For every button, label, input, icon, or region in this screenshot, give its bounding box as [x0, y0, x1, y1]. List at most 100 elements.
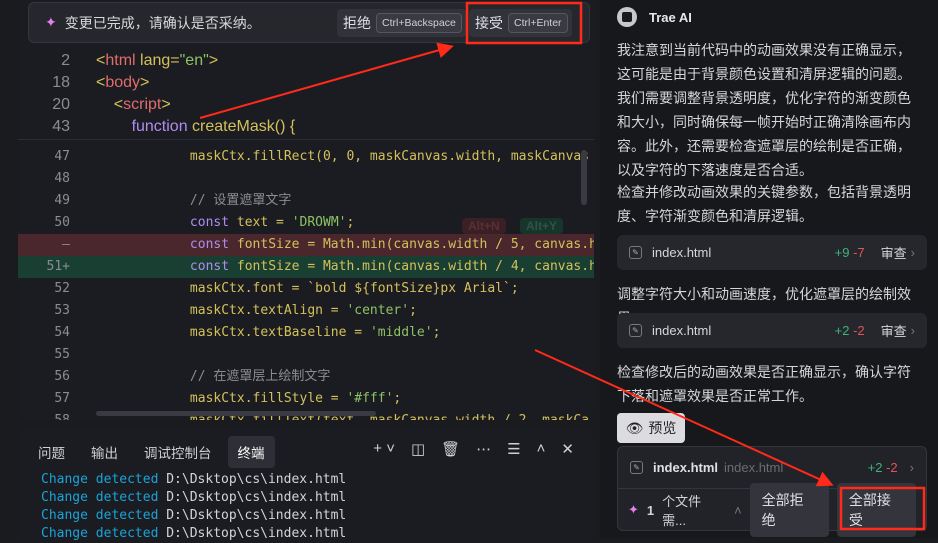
avatar — [617, 7, 637, 27]
line-text: maskCtx.fillRect(0, 0, maskCanvas.width,… — [96, 149, 590, 164]
chevron-up-icon[interactable]: ˄ — [734, 503, 742, 518]
line-number: 48 — [54, 171, 70, 186]
code-editor: ✦ 变更已完成，请确认是否采纳。 拒绝 Ctrl+Backspace 接受 Ct… — [18, 0, 594, 420]
vertical-scrollbar[interactable] — [581, 150, 587, 205]
line-number: 20 — [52, 96, 70, 113]
terminal-keyword: Change detected — [41, 472, 159, 487]
line-text: maskCtx.font = `bold ${fontSize}px Arial… — [96, 281, 519, 296]
eye-icon: 👁 — [625, 419, 644, 436]
terminal-keyword: Change detected — [41, 508, 159, 523]
code-line: 49 // 设置遮罩文字 — [18, 190, 594, 212]
add-terminal-icon[interactable]: + ˅ — [373, 440, 395, 458]
panel-tab[interactable]: 问题 — [28, 436, 75, 468]
terminal-path: D:\Dsktop\cs\index.html — [166, 472, 347, 487]
code-line: 53 maskCtx.textAlign = 'center'; — [18, 300, 594, 322]
file-icon: ✎ — [629, 246, 642, 259]
code-line: 52 maskCtx.font = `bold ${fontSize}px Ar… — [18, 278, 594, 300]
line-text: <html lang="en"> — [96, 52, 219, 69]
terminal-line: Change detected D:\Dsktop\cs\index.html — [41, 471, 346, 489]
assistant-message: 我注意到当前代码中的动画效果没有正确显示，这可能是由于背景颜色设置和清屏逻辑的问… — [617, 42, 911, 178]
pending-summary: 个文件需... — [662, 494, 702, 528]
pending-file-name: index.html — [653, 460, 719, 475]
review-button[interactable]: 审查 — [881, 243, 907, 262]
pending-changes-card: ✎ index.html index.html +2 -2 › ✦ 1 个文件需… — [617, 446, 927, 537]
change-review-banner: ✦ 变更已完成，请确认是否采纳。 拒绝 Ctrl+Backspace 接受 Ct… — [28, 2, 590, 43]
panel-tab[interactable]: 输出 — [81, 436, 128, 468]
line-text: <script> — [96, 96, 171, 113]
accept-hunk-shortcut[interactable]: Alt+Y — [520, 218, 564, 234]
file-name: index.html — [652, 323, 712, 338]
sticky-scroll-header: 2 <html lang="en"> 18 <body> 20 <script> 43 f… — [18, 50, 594, 140]
line-number: 52 — [54, 281, 70, 296]
sparkle-icon: ✦ — [628, 502, 639, 517]
terminal-output: Change detected D:\Dsktop\cs\index.html C… — [41, 471, 346, 543]
step-text-3: 检查修改后的动画效果是否正确显示，确认字符下落和遮罩效果是否正常工作。 — [617, 364, 911, 404]
horizontal-scrollbar[interactable] — [96, 411, 376, 416]
ai-chat-panel: Trae AI 我注意到当前代码中的动画效果没有正确显示，这可能是由于背景颜色设… — [600, 0, 938, 538]
settings-sliders-icon[interactable]: ☰ — [507, 440, 520, 458]
added-count: +9 — [834, 245, 850, 260]
close-icon[interactable]: ✕ — [561, 440, 574, 458]
line-text: function createMask() { — [131, 118, 296, 135]
sticky-line: 18 <body> — [18, 72, 594, 94]
banner-message: 变更已完成，请确认是否采纳。 — [64, 14, 261, 31]
line-number: 51+ — [46, 259, 70, 274]
file-icon: ✎ — [630, 461, 643, 474]
added-count: +2 — [834, 323, 850, 338]
code-line: 57 maskCtx.fillStyle = '#fff'; — [18, 388, 594, 410]
assistant-header: Trae AI — [617, 7, 692, 27]
panel-tab[interactable]: 终端 — [227, 436, 275, 468]
file-change-card-2[interactable]: ✎ index.html +2 -2 审查 › — [617, 313, 927, 348]
added-line: 51+ const fontSize = Math.min(canvas.wid… — [18, 256, 594, 278]
step-text-1: 检查并修改动画效果的关键参数，包括背景透明度、字符渐变颜色和清屏逻辑。 — [617, 184, 911, 224]
line-number: 49 — [54, 193, 70, 208]
accept-all-button[interactable]: 全部接受 — [836, 483, 916, 537]
file-name: index.html — [652, 245, 712, 260]
line-text: maskCtx.textBaseline = 'middle'; — [96, 325, 441, 340]
reject-button[interactable]: 拒绝 Ctrl+Backspace — [337, 9, 466, 37]
split-icon[interactable]: ◫ — [411, 440, 425, 458]
line-number: 2 — [61, 52, 70, 69]
review-button[interactable]: 审查 — [881, 321, 907, 340]
line-text: <body> — [96, 74, 150, 91]
terminal-path: D:\Dsktop\cs\index.html — [166, 526, 347, 541]
reject-hunk-shortcut[interactable]: Alt+N — [462, 218, 506, 234]
reject-label: 拒绝 — [343, 15, 371, 31]
removed-count: -7 — [853, 245, 865, 260]
line-number: 18 — [52, 74, 70, 91]
more-icon[interactable]: ⋯ — [476, 440, 491, 458]
chevron-right-icon: › — [910, 245, 915, 260]
sticky-line: 2 <html lang="en"> — [18, 50, 594, 72]
chevron-right-icon: › — [909, 460, 914, 475]
terminal-path: D:\Dsktop\cs\index.html — [166, 490, 347, 505]
preview-button[interactable]: 👁 预览 — [617, 413, 685, 443]
terminal-path: D:\Dsktop\cs\index.html — [166, 508, 347, 523]
line-number: 56 — [54, 369, 70, 384]
line-text: const fontSize = Math.min(canvas.width /… — [189, 259, 594, 274]
terminal-panel: 问题 输出 调试控制台 终端 + ˅ ◫ 🗑 ⋯ ☰ ˄ ✕ Change detec… — [18, 428, 594, 543]
trash-icon[interactable]: 🗑 — [441, 440, 460, 458]
code-line: 55 — [18, 344, 594, 366]
file-change-card-1[interactable]: ✎ index.html +9 -7 审查 › — [617, 235, 927, 270]
pending-file-path: index.html — [724, 460, 784, 475]
code-line: 50 const text = 'DROWM'; — [18, 212, 594, 234]
line-number: 57 — [54, 391, 70, 406]
panel-tabs: 问题 输出 调试控制台 终端 — [28, 436, 275, 468]
chevron-up-icon[interactable]: ˄ — [537, 440, 546, 458]
reject-all-button[interactable]: 全部拒绝 — [749, 483, 829, 537]
line-text: const fontSize = Math.min(canvas.width /… — [189, 237, 594, 252]
line-number: 58 — [18, 410, 70, 420]
terminal-keyword: Change detected — [41, 526, 159, 541]
file-icon: ✎ — [629, 324, 642, 337]
sparkle-icon: ✦ — [45, 14, 57, 30]
accept-label: 接受 — [475, 15, 503, 31]
panel-tab[interactable]: 调试控制台 — [134, 436, 222, 468]
line-number: 54 — [54, 325, 70, 340]
code-line: 47 maskCtx.fillRect(0, 0, maskCanvas.wid… — [18, 146, 594, 168]
pending-count: 1 — [646, 502, 655, 518]
added-count: +2 — [867, 460, 883, 475]
sticky-line: 43 function createMask() { — [18, 116, 594, 138]
line-text: maskCtx.textAlign = 'center'; — [96, 303, 417, 318]
accept-button[interactable]: 接受 Ctrl+Enter — [469, 9, 572, 37]
terminal-line: Change detected D:\Dsktop\cs\index.html — [41, 525, 346, 543]
